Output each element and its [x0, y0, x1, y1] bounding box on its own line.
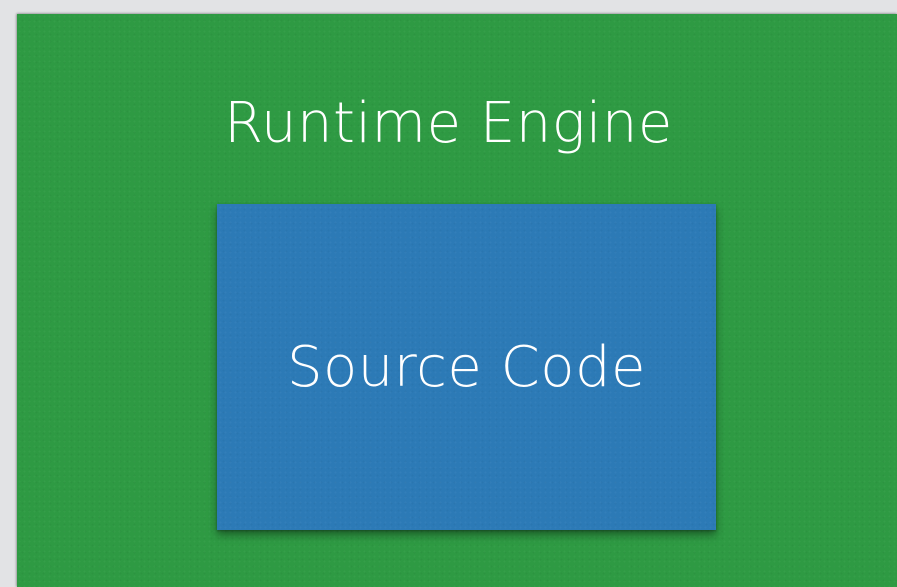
- source-code-block: Source Code: [217, 204, 716, 530]
- source-code-label: Source Code: [287, 335, 646, 400]
- runtime-engine-label: Runtime Engine: [224, 91, 673, 156]
- diagram-canvas: Runtime Engine Source Code: [0, 0, 897, 587]
